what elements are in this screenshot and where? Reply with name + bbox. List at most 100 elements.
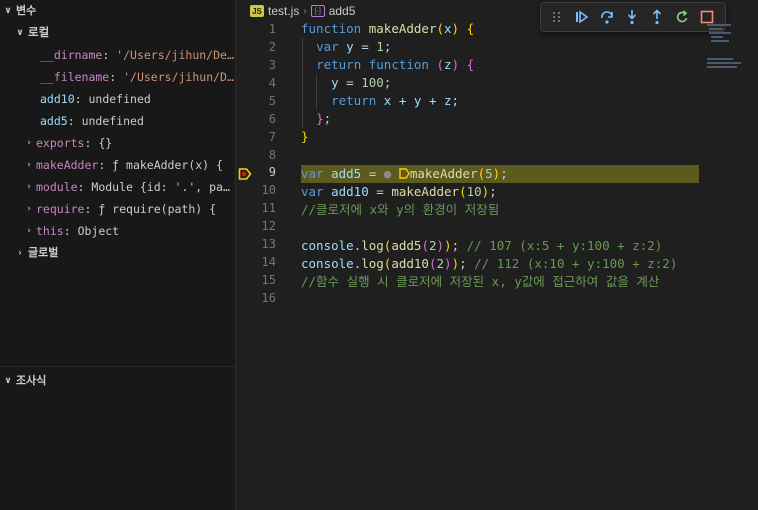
variable-name: __dirname [40, 48, 103, 62]
variable-row[interactable]: › makeAdder: ƒ makeAdder(x) { [0, 154, 235, 176]
line-number: 16 [261, 291, 276, 305]
code-line-3: return function (z) { [316, 57, 475, 72]
variable-token: y [331, 75, 339, 90]
variable-value: ƒ require(path) { [98, 202, 217, 216]
method-token: log [361, 238, 384, 253]
variable-value: '/Users/jihun/De… [116, 48, 234, 62]
line-number: 8 [268, 148, 276, 162]
variable-value: Object [77, 224, 120, 238]
continue-button[interactable] [572, 7, 592, 27]
variable-value: Module {id: '.', pa… [91, 180, 230, 194]
number-token: 100 [361, 75, 384, 90]
chevron-right-icon[interactable]: › [22, 204, 36, 214]
function-call-token: add10 [391, 256, 429, 271]
global-scope-title: 글로벌 [28, 247, 59, 259]
line-number: 1 [268, 22, 276, 36]
function-call-token: add5 [391, 238, 422, 253]
variable-row[interactable]: add5: undefined [0, 110, 235, 132]
keyword-token: return [316, 57, 362, 72]
variable-row[interactable]: › module: Module {id: '.', pa… [0, 176, 235, 198]
variable-row[interactable]: › exports: {} [0, 132, 235, 154]
variable-value: undefined [88, 92, 151, 106]
line-number: 6 [268, 112, 276, 126]
brace-token: } [301, 129, 309, 144]
variable-row[interactable]: › this: Object [0, 220, 235, 242]
variable-name: add10 [40, 92, 75, 106]
comment-token: // 107 (x:5 + y:100 + z:2) [466, 238, 663, 253]
keyword-token: function [301, 21, 362, 36]
breadcrumb-symbol[interactable]: add5 [329, 4, 356, 18]
step-into-button[interactable] [622, 7, 642, 27]
variable-separator: : [63, 224, 78, 238]
variable-name: add5 [40, 114, 68, 128]
comment-token: // 112 (x:10 + y:100 + z:2) [474, 256, 678, 271]
variable-row[interactable]: add10: undefined [0, 88, 235, 110]
variable-row[interactable]: __filename: '/Users/jihun/D… [0, 66, 235, 88]
variable-separator: : [67, 114, 82, 128]
minimap[interactable] [705, 22, 755, 82]
drag-handle-icon[interactable] [547, 7, 567, 27]
step-over-button[interactable] [597, 7, 617, 27]
variable-row[interactable]: __dirname: '/Users/jihun/De… [0, 44, 235, 66]
chevron-right-icon: › [18, 247, 22, 257]
code-line-5: return x + y + z; [301, 92, 459, 110]
variable-separator: : [84, 136, 99, 150]
code-editor[interactable]: JS test.js › [·] add5 1 2 3 4 5 6 7 8 9 … [236, 0, 758, 510]
breadcrumb: JS test.js › [·] add5 [250, 2, 355, 20]
chevron-right-icon[interactable]: › [22, 138, 36, 148]
chevron-down-icon: ∨ [4, 4, 12, 15]
variable-name: __filename [40, 70, 110, 84]
variables-panel: ∨ 변수 ∨ 로컬 __dirname: '/Users/jihun/De… __… [0, 0, 236, 510]
line-number: 11 [261, 201, 276, 215]
line-number: 3 [268, 58, 276, 72]
variables-section-header[interactable]: ∨ 변수 [0, 0, 235, 20]
chevron-right-icon[interactable]: › [22, 182, 36, 192]
keyword-token: return [331, 93, 377, 108]
line-number: 2 [268, 40, 276, 54]
variable-value: ƒ makeAdder(x) { [112, 158, 223, 172]
variables-title: 변수 [16, 5, 37, 17]
keyword-token: var [301, 166, 324, 181]
step-out-button[interactable] [647, 7, 667, 27]
inline-breakpoint-icon[interactable] [399, 166, 410, 179]
step-into-icon [627, 10, 637, 25]
restart-button[interactable] [672, 7, 692, 27]
section-divider [0, 366, 235, 367]
js-file-icon: JS [250, 5, 264, 17]
keyword-token: function [368, 57, 429, 72]
continue-icon [576, 10, 589, 24]
variable-name: module [36, 180, 78, 194]
step-out-icon [652, 9, 662, 25]
breadcrumb-file[interactable]: test.js [268, 4, 299, 18]
variable-separator: : [74, 92, 89, 106]
watch-section-header[interactable]: ∨ 조사식 [0, 370, 235, 390]
code-line-14: console.log(add10(2)); // 112 (x:10 + y:… [301, 256, 678, 271]
code-line-15: //함수 실행 시 클로저에 저장된 x, y값에 접근하여 값을 계산 [301, 274, 660, 289]
line-number: 14 [261, 255, 276, 269]
line-number: 5 [268, 94, 276, 108]
chevron-right-icon[interactable]: › [22, 160, 36, 170]
number-token: 10 [466, 184, 482, 199]
variable-separator: : [98, 158, 113, 172]
debug-toolbar [540, 2, 726, 32]
code-line-1: function makeAdder(x) { [301, 21, 475, 36]
chevron-right-icon[interactable]: › [22, 226, 36, 236]
local-scope-header[interactable]: ∨ 로컬 [0, 22, 235, 42]
variable-name: this [36, 224, 64, 238]
variable-name: require [36, 202, 85, 216]
param-token: x [444, 21, 452, 36]
object-token: console [301, 238, 354, 253]
param-token: z [444, 57, 452, 72]
line-number: 15 [261, 273, 276, 287]
variable-token: add5 [331, 166, 362, 181]
line-number: 9 [268, 165, 276, 179]
variable-separator: : [109, 70, 124, 84]
watch-title: 조사식 [16, 375, 47, 387]
global-scope-header[interactable]: › 글로벌 [0, 242, 235, 262]
variable-separator: : [84, 202, 99, 216]
chevron-down-icon: ∨ [16, 26, 24, 37]
variable-row[interactable]: › require: ƒ require(path) { [0, 198, 235, 220]
code-line-13: console.log(add5(2)); // 107 (x:5 + y:10… [301, 238, 663, 253]
method-token: log [361, 256, 384, 271]
step-over-icon [601, 11, 613, 24]
